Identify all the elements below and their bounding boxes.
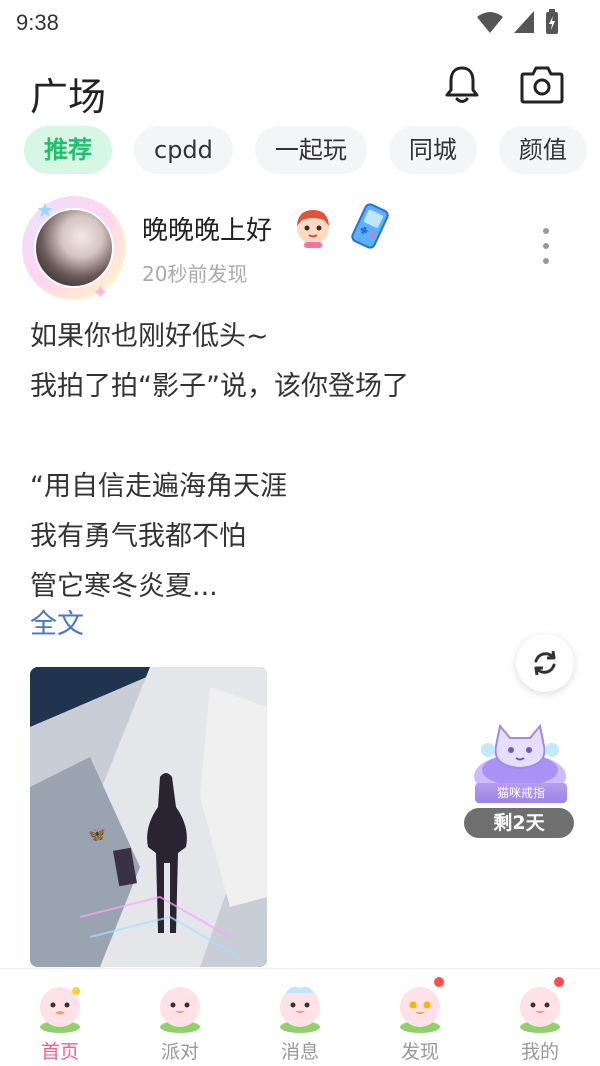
refresh-icon [534, 650, 556, 676]
tab-play-together[interactable]: 一起玩 [254, 126, 367, 174]
notification-dot [432, 975, 446, 989]
notification-dot [552, 975, 566, 989]
nav-party-label: 派对 [160, 1041, 199, 1063]
read-more-link[interactable]: 全文 [30, 602, 84, 641]
page-title: 广场 [30, 75, 107, 119]
username[interactable]: 晚晚晚上好 [142, 210, 272, 247]
post-text-line [30, 412, 570, 462]
header: 广场 [0, 56, 600, 126]
tab-appearance[interactable]: 颜值 [498, 126, 587, 174]
post-text-line: 我有勇气我都不怕 [30, 521, 246, 552]
wifi-icon [477, 12, 503, 33]
chick-home-icon [40, 987, 80, 1033]
tab-recommend[interactable]: 推荐 [24, 126, 112, 174]
post-time: 20秒前发现 [142, 262, 248, 286]
tab-same-city[interactable]: 同城 [388, 126, 477, 174]
nav-me[interactable]: 我的 [480, 969, 600, 1066]
nav-home[interactable]: 首页 [0, 969, 120, 1066]
battery-icon [546, 9, 558, 34]
nav-discover[interactable]: 发现 [360, 969, 480, 1066]
nav-messages[interactable]: 消息 [240, 969, 360, 1066]
tab-cpdd[interactable]: cpdd [134, 126, 233, 174]
camera-icon[interactable] [518, 62, 566, 106]
status-icons [476, 8, 560, 36]
nav-discover-label: 发现 [400, 1041, 439, 1063]
post-image[interactable]: 🦋 [30, 667, 267, 967]
post-text-line: 管它寒冬炎夏... [30, 571, 218, 602]
category-tabs: 推荐 cpdd 一起玩 同城 颜值 [24, 126, 600, 176]
girl-badge-icon [297, 210, 329, 248]
gift-name-label: 猫咪戒指 [475, 783, 567, 803]
signal-icon [514, 11, 534, 33]
avatar[interactable]: ★ ✦ [22, 196, 126, 304]
star-icon: ★ [36, 198, 54, 222]
days-left-badge: 剩2天 [464, 808, 574, 838]
bottom-nav: 首页 派对 消息 发现 我的 [0, 968, 600, 1066]
chick-messages-icon [280, 986, 320, 1033]
refresh-button[interactable] [516, 634, 574, 692]
chick-party-icon [160, 987, 200, 1033]
game-console-badge-icon [351, 203, 389, 249]
more-options-icon[interactable] [534, 228, 558, 268]
nav-home-label: 首页 [40, 1041, 79, 1063]
post-content: 如果你也刚好低头~ 我拍了拍“影子”说，该你登场了 “用自信走遍海角天涯 我有勇… [30, 312, 570, 612]
star-icon: ✦ [92, 280, 109, 304]
post-text-line: 如果你也刚好低头~ [30, 321, 269, 352]
nav-me-label: 我的 [520, 1041, 559, 1063]
post-text-line: 我拍了拍“影子”说，该你登场了 [30, 371, 409, 402]
post-text-line: “用自信走遍海角天涯 [30, 471, 287, 502]
svg-text:🦋: 🦋 [88, 827, 106, 843]
status-bar: 9:38 [0, 0, 600, 48]
bell-icon[interactable] [440, 62, 484, 106]
nav-messages-label: 消息 [280, 1041, 319, 1063]
nav-party[interactable]: 派对 [120, 969, 240, 1066]
status-time: 9:38 [16, 10, 59, 35]
